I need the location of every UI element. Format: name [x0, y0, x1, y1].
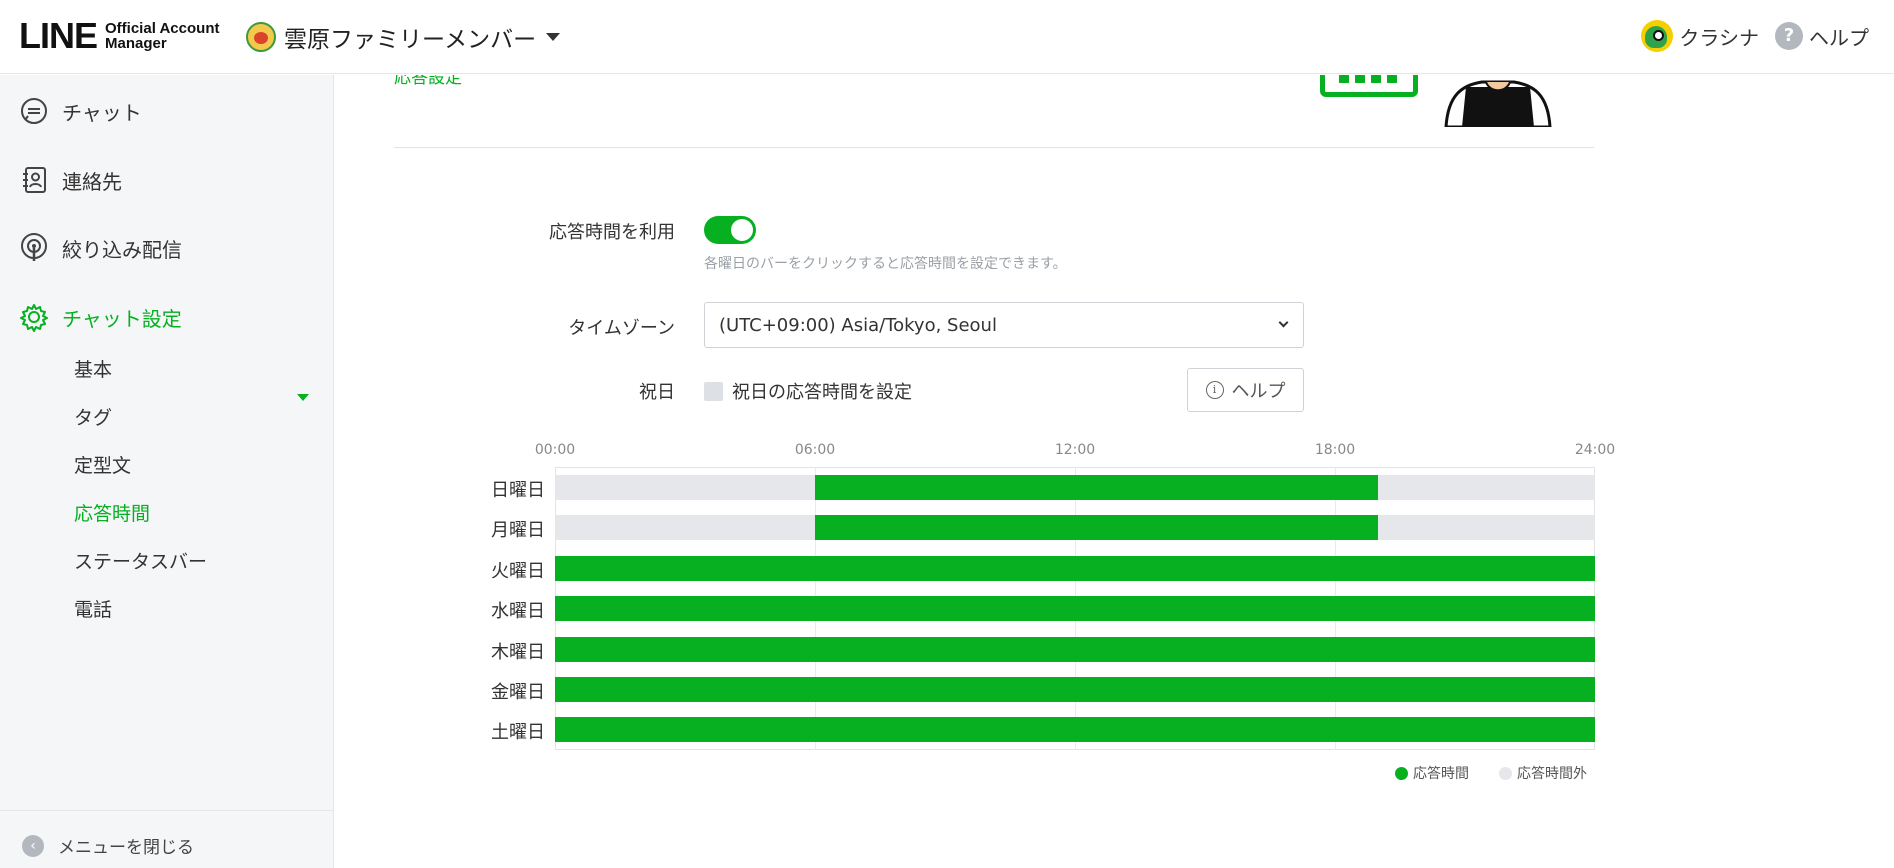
- response-hours-bar[interactable]: [555, 636, 1595, 662]
- x-tick-label: 06:00: [794, 442, 836, 458]
- holiday-label: 祝日: [639, 382, 675, 403]
- info-icon: i: [1205, 381, 1224, 399]
- timezone-select[interactable]: (UTC+09:00) Asia/Tokyo, Seoul: [704, 302, 1304, 348]
- x-tick-label: 12:00: [1054, 442, 1096, 458]
- legend-swatch: [1499, 766, 1512, 780]
- response-hours-bar[interactable]: [555, 596, 1595, 622]
- response-settings-link[interactable]: 応答設定: [394, 75, 462, 88]
- help-button-label: ヘルプ: [1231, 381, 1286, 402]
- day-label: 火曜日: [491, 560, 545, 582]
- response-hours-bar[interactable]: [555, 555, 1595, 581]
- x-tick-label: 00:00: [534, 442, 576, 458]
- top-header: LINE Official Account Manager 雲原ファミリーメンバ…: [0, 0, 1894, 74]
- question-icon: ?: [1775, 22, 1803, 50]
- broadcast-icon: [18, 232, 50, 264]
- sidebar-subitem-tags[interactable]: タグ: [74, 403, 112, 430]
- response-hours-bar[interactable]: [815, 515, 1379, 541]
- sidebar-item-label: 絞り込み配信: [62, 237, 182, 262]
- sidebar-subitem-templates[interactable]: 定型文: [74, 451, 131, 478]
- response-time-toggle-label: 応答時間を利用: [549, 222, 675, 243]
- account-avatar: [246, 22, 276, 52]
- response-hours-bar[interactable]: [815, 475, 1379, 500]
- user-menu[interactable]: クラシナ: [1641, 20, 1759, 52]
- holiday-checkbox-row[interactable]: 祝日の応答時間を設定: [704, 378, 912, 404]
- response-hours-bar[interactable]: [555, 717, 1595, 743]
- logo-subtext: Official Account Manager: [105, 21, 219, 51]
- legend-off-hours: 応答時間外: [1499, 763, 1587, 783]
- section-divider: [394, 147, 1594, 148]
- logo-subtext-line2: Manager: [105, 35, 167, 52]
- header-help-link[interactable]: ? ヘルプ: [1775, 22, 1869, 51]
- legend-swatch: [1395, 766, 1408, 780]
- response-time-toggle[interactable]: [704, 216, 756, 244]
- staff-illustration: [1444, 80, 1552, 127]
- legend-label: 応答時間: [1413, 766, 1469, 782]
- day-label: 金曜日: [491, 682, 545, 703]
- sidebar-item-chat-settings[interactable]: チャット設定: [18, 301, 182, 333]
- sidebar-subitem-basic[interactable]: 基本: [74, 355, 112, 382]
- timezone-label: タイムゾーン: [568, 318, 675, 339]
- legend-label: 応答時間外: [1517, 766, 1587, 782]
- x-tick-label: 18:00: [1314, 442, 1356, 458]
- chevron-left-icon: ‹: [22, 834, 44, 857]
- sidebar: チャット 連絡先 絞り込み配信 チャット設定 基本 タグ 定型文 応答時間 ステ…: [0, 75, 334, 868]
- sidebar-item-label: チャット: [62, 100, 142, 125]
- holiday-checkbox[interactable]: [704, 381, 723, 401]
- account-switcher[interactable]: 雲原ファミリーメンバー: [246, 20, 561, 54]
- sidebar-item-label: 連絡先: [62, 169, 122, 194]
- close-menu-button[interactable]: ‹ メニューを閉じる: [22, 833, 194, 858]
- sidebar-subitem-phone[interactable]: 電話: [74, 595, 112, 622]
- day-label: 日曜日: [491, 480, 545, 501]
- day-label: 土曜日: [491, 722, 545, 744]
- gear-icon: [18, 301, 50, 333]
- holiday-help-button[interactable]: i ヘルプ: [1187, 368, 1304, 412]
- sidebar-item-contacts[interactable]: 連絡先: [18, 164, 122, 196]
- sidebar-subitem-response-hours[interactable]: 応答時間: [74, 499, 150, 526]
- chat-bubble-icon: [18, 95, 50, 127]
- user-name: クラシナ: [1679, 25, 1759, 50]
- sidebar-item-label: チャット設定: [62, 306, 182, 331]
- day-label: 水曜日: [491, 601, 545, 623]
- x-tick-label: 24:00: [1574, 442, 1616, 458]
- sidebar-subitem-status-bar[interactable]: ステータスバー: [74, 547, 207, 574]
- timezone-value: (UTC+09:00) Asia/Tokyo, Seoul: [719, 314, 997, 336]
- sidebar-item-chat[interactable]: チャット: [18, 95, 142, 127]
- response-hours-bar[interactable]: [555, 677, 1595, 702]
- chevron-down-icon[interactable]: [297, 394, 309, 401]
- legend-response-hours: 応答時間: [1395, 763, 1469, 783]
- hint-text: 各曜日のバーをクリックすると応答時間を設定できます。: [704, 256, 1067, 272]
- day-label: 木曜日: [491, 641, 545, 663]
- user-avatar: [1641, 20, 1674, 52]
- header-help-label: ヘルプ: [1809, 25, 1869, 50]
- sidebar-footer: ‹ メニューを閉じる: [0, 810, 333, 868]
- main-content: 応答設定 応答時間を利用 各曜日のバーをクリックすると応答時間を設定できます。 …: [335, 75, 1894, 868]
- line-oa-logo[interactable]: LINE Official Account Manager: [19, 15, 219, 56]
- chevron-down-icon: [1278, 317, 1289, 328]
- close-menu-label: メニューを閉じる: [58, 838, 194, 858]
- account-name: 雲原ファミリーメンバー: [284, 27, 537, 53]
- contact-book-icon: [18, 164, 50, 196]
- holiday-checkbox-label: 祝日の応答時間を設定: [732, 382, 912, 403]
- logo-text: LINE: [19, 15, 98, 56]
- caret-down-icon: [546, 33, 561, 41]
- store-illustration: [1320, 75, 1418, 97]
- day-label: 月曜日: [491, 520, 545, 542]
- sidebar-item-targeted-broadcast[interactable]: 絞り込み配信: [18, 232, 182, 264]
